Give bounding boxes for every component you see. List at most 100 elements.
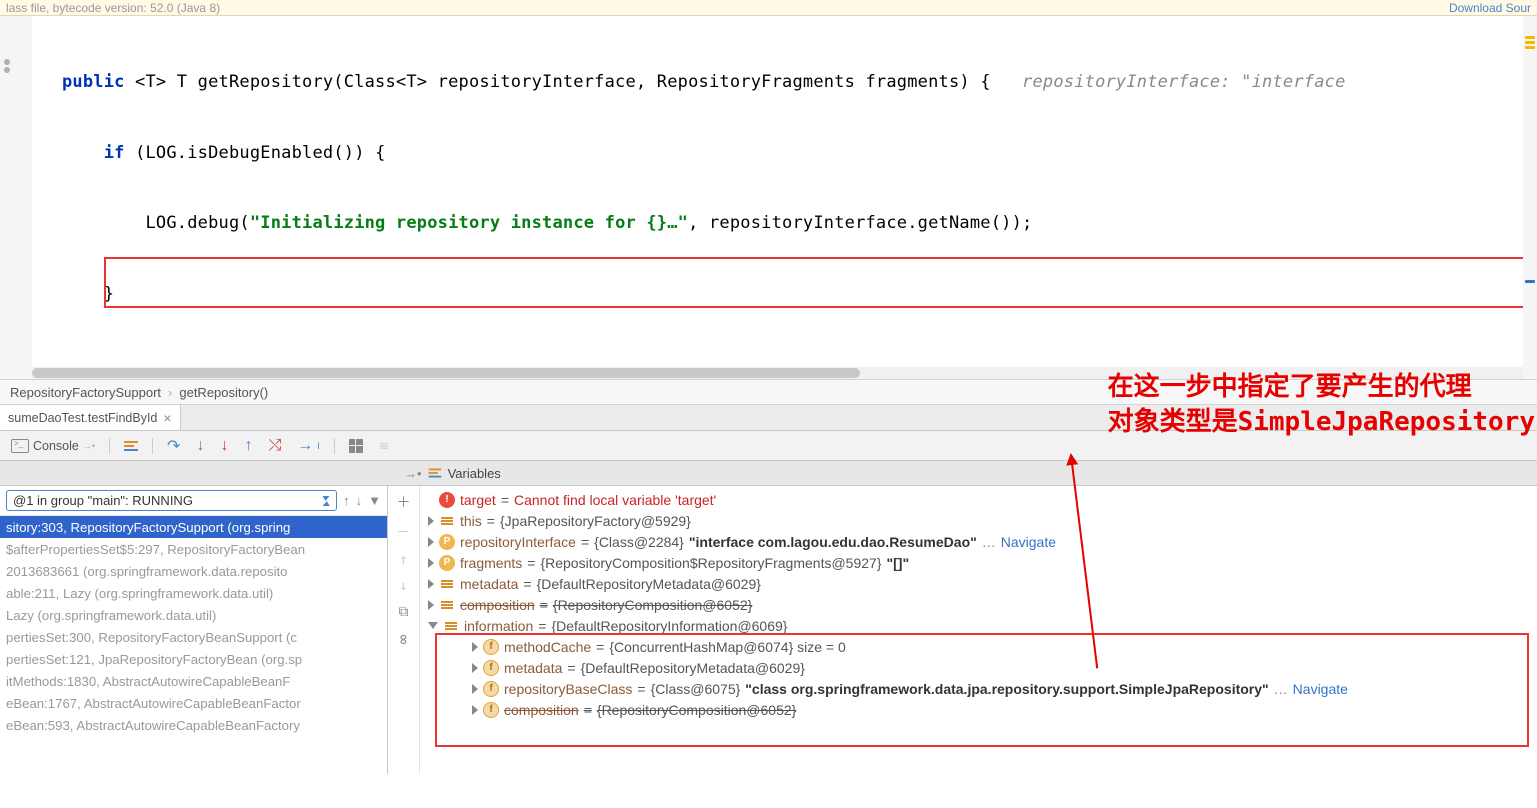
next-frame-button[interactable]: ↓ [356, 493, 363, 508]
force-step-into-button[interactable]: ↓ [215, 435, 233, 457]
scrollbar-thumb[interactable] [32, 368, 860, 378]
string-literal: "Initializing repository instance for {}… [250, 213, 688, 233]
list-icon [124, 441, 138, 451]
drop-frame-button[interactable]: ⤭ [263, 435, 286, 457]
variable-row[interactable]: fmetadata = {DefaultRepositoryMetadata@6… [420, 657, 1537, 678]
frame-row[interactable]: sitory:303, RepositoryFactorySupport (or… [0, 516, 387, 538]
field-icon: f [483, 702, 499, 718]
navigate-link[interactable]: Navigate [1001, 534, 1056, 550]
banner-left: lass file, bytecode version: 52.0 (Java … [6, 1, 220, 15]
variable-name: this [460, 513, 482, 529]
warning-marker[interactable] [1525, 46, 1535, 49]
code-editor[interactable]: public <T> T getRepository(Class<T> repo… [0, 16, 1537, 379]
bookmark-icon [4, 67, 10, 73]
frame-row[interactable]: eBean:593, AbstractAutowireCapableBeanFa… [0, 714, 387, 736]
variable-name: metadata [504, 660, 562, 676]
variable-value: {Class@2284} [594, 534, 684, 550]
horizontal-scrollbar[interactable] [32, 367, 1537, 379]
expander-icon[interactable] [428, 579, 434, 589]
expander-icon[interactable] [472, 642, 478, 652]
editor-marker-rail[interactable] [1523, 16, 1537, 379]
up-button[interactable]: ↑ [399, 552, 407, 568]
frame-row[interactable]: pertiesSet:121, JpaRepositoryFactoryBean… [0, 648, 387, 670]
variables-tree[interactable]: !target = Cannot find local variable 'ta… [420, 486, 1537, 774]
object-icon [439, 597, 455, 613]
variable-row[interactable]: PrepositoryInterface = {Class@2284} "int… [420, 531, 1537, 552]
add-watch-button[interactable]: ＋ [397, 492, 411, 512]
console-tab-button[interactable]: Console →• [6, 437, 100, 455]
variable-value: {Class@6075} [651, 681, 741, 697]
expander-icon[interactable] [472, 663, 478, 673]
link-arrow-icon[interactable]: →• [404, 466, 422, 481]
variables-title: Variables [448, 466, 501, 481]
variable-value: {ConcurrentHashMap@6074} size = 0 [609, 639, 845, 655]
expander-icon[interactable] [428, 516, 434, 526]
frame-row[interactable]: itMethods:1830, AbstractAutowireCapableB… [0, 670, 387, 692]
step-out-button[interactable]: ↑ [239, 435, 257, 457]
download-sources-link[interactable]: Download Sour [1449, 1, 1531, 15]
step-into-button[interactable]: ↓ [191, 435, 209, 457]
frame-row[interactable]: 2013683661 (org.springframework.data.rep… [0, 560, 387, 582]
expander-icon[interactable] [472, 705, 478, 715]
step-over-button[interactable]: ↷ [162, 434, 185, 458]
warning-marker[interactable] [1525, 41, 1535, 44]
variable-row[interactable]: this = {JpaRepositoryFactory@5929} [420, 510, 1537, 531]
variable-value: {JpaRepositoryFactory@5929} [500, 513, 691, 529]
frames-panel: @1 in group "main": RUNNING ↑ ↓ ▼ sitory… [0, 486, 388, 774]
frame-row[interactable]: $afterPropertiesSet$5:297, RepositoryFac… [0, 538, 387, 560]
variable-string: "class org.springframework.data.jpa.repo… [745, 681, 1268, 697]
trace-button[interactable]: ≋ [374, 436, 394, 455]
variable-row[interactable]: composition = {RepositoryComposition@605… [420, 594, 1537, 615]
variable-row[interactable]: fmethodCache = {ConcurrentHashMap@6074} … [420, 636, 1537, 657]
variable-value: {RepositoryComposition$RepositoryFragmen… [540, 555, 881, 571]
chevron-right-icon: › [168, 385, 172, 400]
variable-name: composition [460, 597, 535, 613]
show-watches-button[interactable]: ∞ [394, 635, 413, 645]
expander-icon[interactable] [428, 622, 438, 629]
frame-row[interactable]: able:211, Lazy (org.springframework.data… [0, 582, 387, 604]
tab-debug-session[interactable]: sumeDaoTest.testFindById × [0, 405, 181, 430]
param-icon: P [439, 534, 455, 550]
variable-row[interactable]: information = {DefaultRepositoryInformat… [420, 615, 1537, 636]
param-icon: P [439, 555, 455, 571]
variable-name: information [464, 618, 533, 634]
thread-selector[interactable]: @1 in group "main": RUNNING [6, 490, 337, 511]
variable-name: repositoryBaseClass [504, 681, 632, 697]
variable-row[interactable]: metadata = {DefaultRepositoryMetadata@60… [420, 573, 1537, 594]
expander-icon[interactable] [428, 558, 434, 568]
variable-row[interactable]: Pfragments = {RepositoryComposition$Repo… [420, 552, 1537, 573]
close-icon[interactable]: × [163, 410, 171, 426]
breadcrumb-class[interactable]: RepositoryFactorySupport [10, 385, 161, 400]
evaluate-button[interactable] [344, 437, 368, 455]
variable-row[interactable]: !target = Cannot find local variable 'ta… [420, 489, 1537, 510]
variable-string: "[]" [887, 555, 910, 571]
execution-marker[interactable] [1525, 280, 1535, 283]
variable-row[interactable]: frepositoryBaseClass = {Class@6075} "cla… [420, 678, 1537, 699]
frame-row[interactable]: pertiesSet:300, RepositoryFactoryBeanSup… [0, 626, 387, 648]
breadcrumb-method[interactable]: getRepository() [179, 385, 268, 400]
layout-button[interactable] [119, 439, 143, 453]
ellipsis: … [1274, 681, 1288, 697]
expander-icon[interactable] [428, 537, 434, 547]
list-icon [428, 469, 441, 478]
filter-frames-button[interactable]: ▼ [368, 493, 381, 508]
expander-icon[interactable] [472, 684, 478, 694]
frame-row[interactable]: Lazy (org.springframework.data.util) [0, 604, 387, 626]
variable-value: {RepositoryComposition@6052} [597, 702, 796, 718]
editor-gutter [0, 16, 32, 379]
run-to-cursor-button[interactable]: →I [292, 435, 325, 457]
warning-marker[interactable] [1525, 36, 1535, 39]
variable-value: {DefaultRepositoryInformation@6069} [551, 618, 787, 634]
navigate-link[interactable]: Navigate [1293, 681, 1348, 697]
variable-row[interactable]: fcomposition = {RepositoryComposition@60… [420, 699, 1537, 720]
prev-frame-button[interactable]: ↑ [343, 493, 350, 508]
inlay-hint: repositoryInterface: "interface [991, 72, 1346, 92]
expander-icon[interactable] [428, 600, 434, 610]
separator [152, 438, 153, 454]
remove-watch-button[interactable]: － [397, 522, 411, 542]
frames-list[interactable]: sitory:303, RepositoryFactorySupport (or… [0, 516, 387, 774]
copy-button[interactable]: ⧉ [399, 604, 409, 620]
code-viewport[interactable]: public <T> T getRepository(Class<T> repo… [32, 16, 1537, 379]
down-button[interactable]: ↓ [399, 578, 407, 594]
frame-row[interactable]: eBean:1767, AbstractAutowireCapableBeanF… [0, 692, 387, 714]
